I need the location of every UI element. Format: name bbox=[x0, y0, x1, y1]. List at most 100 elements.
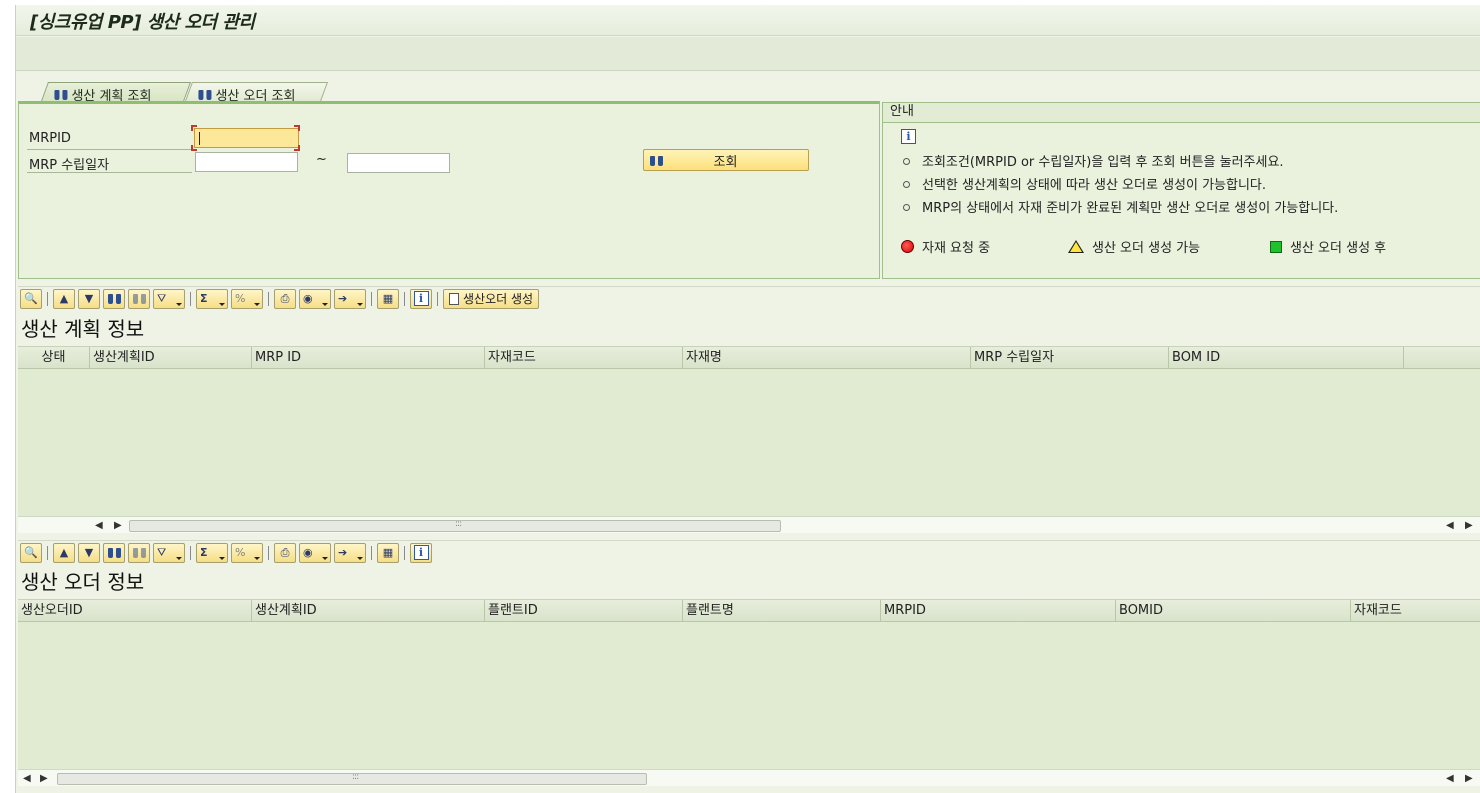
export-button[interactable]: ➔ bbox=[334, 288, 366, 309]
table-icon: ▦ bbox=[382, 546, 394, 559]
column-header[interactable]: 플랜트명 bbox=[683, 600, 881, 622]
sort-ascending-button[interactable]: ▲ bbox=[53, 542, 75, 563]
separator bbox=[371, 545, 372, 560]
sort-desc-icon: ▼ bbox=[84, 292, 94, 305]
separator bbox=[404, 291, 405, 306]
separator bbox=[268, 291, 269, 306]
binoculars-icon bbox=[132, 546, 146, 559]
mrpid-input[interactable] bbox=[194, 128, 299, 148]
column-header[interactable]: MRPID bbox=[881, 600, 1116, 622]
subtotal-button[interactable]: % bbox=[231, 542, 263, 563]
details-button[interactable]: 🔍 bbox=[20, 288, 42, 309]
table-icon: ▦ bbox=[382, 292, 394, 305]
sort-descending-button[interactable]: ▼ bbox=[78, 542, 100, 563]
yellow-warning-icon bbox=[1068, 240, 1084, 253]
search-button[interactable]: 조회 bbox=[643, 149, 809, 171]
details-button[interactable]: 🔍 bbox=[20, 542, 42, 563]
find-button[interactable] bbox=[103, 288, 125, 309]
view-icon: ◉ bbox=[303, 546, 313, 559]
sort-descending-button[interactable]: ▼ bbox=[78, 288, 100, 309]
subtotal-icon: % bbox=[235, 546, 246, 559]
info-icon: i bbox=[413, 545, 429, 560]
views-button[interactable]: ◉ bbox=[299, 288, 331, 309]
sap-window: [싱크유업 PP] 생산 오더 관리 생산 계획 조회 생산 오더 조회 MRP… bbox=[15, 5, 1480, 793]
separator bbox=[47, 291, 48, 306]
create-order-button[interactable]: 생산오더 생성 bbox=[443, 288, 540, 309]
find-button[interactable] bbox=[103, 542, 125, 563]
scroll-left-icon[interactable]: ◀ bbox=[1446, 520, 1454, 531]
order-grid-toolbar: 🔍 ▲ ▼ ⛛ Σ % ⎙ ◉ ➔ ▦ i bbox=[18, 540, 1480, 564]
column-header[interactable] bbox=[1404, 347, 1480, 369]
date-from-input[interactable] bbox=[195, 152, 298, 172]
sum-button[interactable]: Σ bbox=[196, 542, 228, 563]
column-header[interactable]: 자재코드 bbox=[1351, 600, 1480, 622]
scroll-right-icon[interactable]: ▶ bbox=[1465, 773, 1473, 784]
legend-requesting: 자재 요청 중 bbox=[901, 237, 990, 256]
title-bar: [싱크유업 PP] 생산 오더 관리 bbox=[16, 5, 1480, 36]
layout-button[interactable]: ▦ bbox=[377, 288, 399, 309]
print-button[interactable]: ⎙ bbox=[274, 542, 296, 563]
find-next-button[interactable] bbox=[128, 288, 150, 309]
date-to-input[interactable] bbox=[347, 153, 450, 173]
filter-button[interactable]: ⛛ bbox=[153, 542, 185, 563]
printer-icon: ⎙ bbox=[280, 291, 290, 305]
export-button[interactable]: ➔ bbox=[334, 542, 366, 563]
search-button-label: 조회 bbox=[713, 154, 738, 170]
scroll-left-icon[interactable]: ◀ bbox=[23, 773, 31, 784]
column-header[interactable]: MRP 수립일자 bbox=[971, 347, 1169, 369]
label-underline bbox=[27, 149, 192, 150]
guide-line: 조회조건(MRPID or 수립일자)을 입력 후 조회 버튼을 눌러주세요. bbox=[903, 151, 1284, 170]
sort-asc-icon: ▲ bbox=[59, 292, 69, 305]
order-grid-title: 생산 오더 정보 bbox=[21, 570, 145, 594]
range-separator: ~ bbox=[316, 152, 327, 167]
column-header[interactable]: 플랜트ID bbox=[485, 600, 683, 622]
subtotal-button[interactable]: % bbox=[231, 288, 263, 309]
info-icon: i bbox=[901, 129, 916, 144]
date-label: MRP 수립일자 bbox=[29, 158, 110, 173]
column-header[interactable]: BOM ID bbox=[1169, 347, 1404, 369]
column-header[interactable]: 생산계획ID bbox=[90, 347, 252, 369]
order-grid-hscroll[interactable]: ◀ ▶ ::: ◀ ▶ bbox=[18, 769, 1480, 786]
scroll-left-icon[interactable]: ◀ bbox=[1446, 773, 1454, 784]
sort-desc-icon: ▼ bbox=[84, 546, 94, 559]
column-header[interactable]: BOMID bbox=[1116, 600, 1351, 622]
guide-header: 안내 bbox=[883, 103, 1480, 123]
sort-ascending-button[interactable]: ▲ bbox=[53, 288, 75, 309]
filter-icon: ⛛ bbox=[157, 291, 167, 305]
binoculars-icon bbox=[107, 546, 121, 559]
scroll-right-icon[interactable]: ▶ bbox=[114, 520, 122, 531]
column-header[interactable]: 상태 bbox=[18, 347, 90, 369]
binoculars-icon bbox=[132, 292, 146, 305]
layout-button[interactable]: ▦ bbox=[377, 542, 399, 563]
focus-corner bbox=[191, 145, 197, 151]
find-next-button[interactable] bbox=[128, 542, 150, 563]
views-button[interactable]: ◉ bbox=[299, 542, 331, 563]
sum-button[interactable]: Σ bbox=[196, 288, 228, 309]
plan-grid-hscroll[interactable]: ◀ ▶ ::: ◀ ▶ bbox=[18, 516, 1480, 533]
column-header[interactable]: MRP ID bbox=[252, 347, 485, 369]
separator bbox=[268, 545, 269, 560]
column-header[interactable]: 자재명 bbox=[683, 347, 971, 369]
scroll-right-icon[interactable]: ▶ bbox=[1465, 520, 1473, 531]
scroll-thumb[interactable]: ::: bbox=[57, 772, 647, 785]
bullet-icon bbox=[903, 158, 910, 165]
binoculars-icon bbox=[54, 88, 67, 101]
column-header[interactable]: 생산오더ID bbox=[18, 600, 252, 622]
focus-corner bbox=[294, 125, 300, 131]
guide-panel: 안내 i 조회조건(MRPID or 수립일자)을 입력 후 조회 버튼을 눌러… bbox=[882, 102, 1480, 279]
guide-line: MRP의 상태에서 자재 준비가 완료된 계획만 생산 오더로 생성이 가능합니… bbox=[903, 197, 1338, 216]
bullet-icon bbox=[903, 204, 910, 211]
column-header[interactable]: 생산계획ID bbox=[252, 600, 485, 622]
scroll-left-icon[interactable]: ◀ bbox=[95, 520, 103, 531]
magnifier-icon: 🔍 bbox=[24, 546, 38, 559]
column-header[interactable]: 자재코드 bbox=[485, 347, 683, 369]
info-button[interactable]: i bbox=[410, 542, 432, 563]
scroll-right-icon[interactable]: ▶ bbox=[40, 773, 48, 784]
search-panel: MRPID MRP 수립일자 ~ 조회 bbox=[18, 101, 880, 279]
plan-grid-title: 생산 계획 정보 bbox=[21, 317, 145, 341]
info-button[interactable]: i bbox=[410, 288, 432, 309]
filter-button[interactable]: ⛛ bbox=[153, 288, 185, 309]
export-icon: ➔ bbox=[338, 292, 348, 305]
scroll-thumb[interactable]: ::: bbox=[129, 519, 781, 532]
print-button[interactable]: ⎙ bbox=[274, 288, 296, 309]
